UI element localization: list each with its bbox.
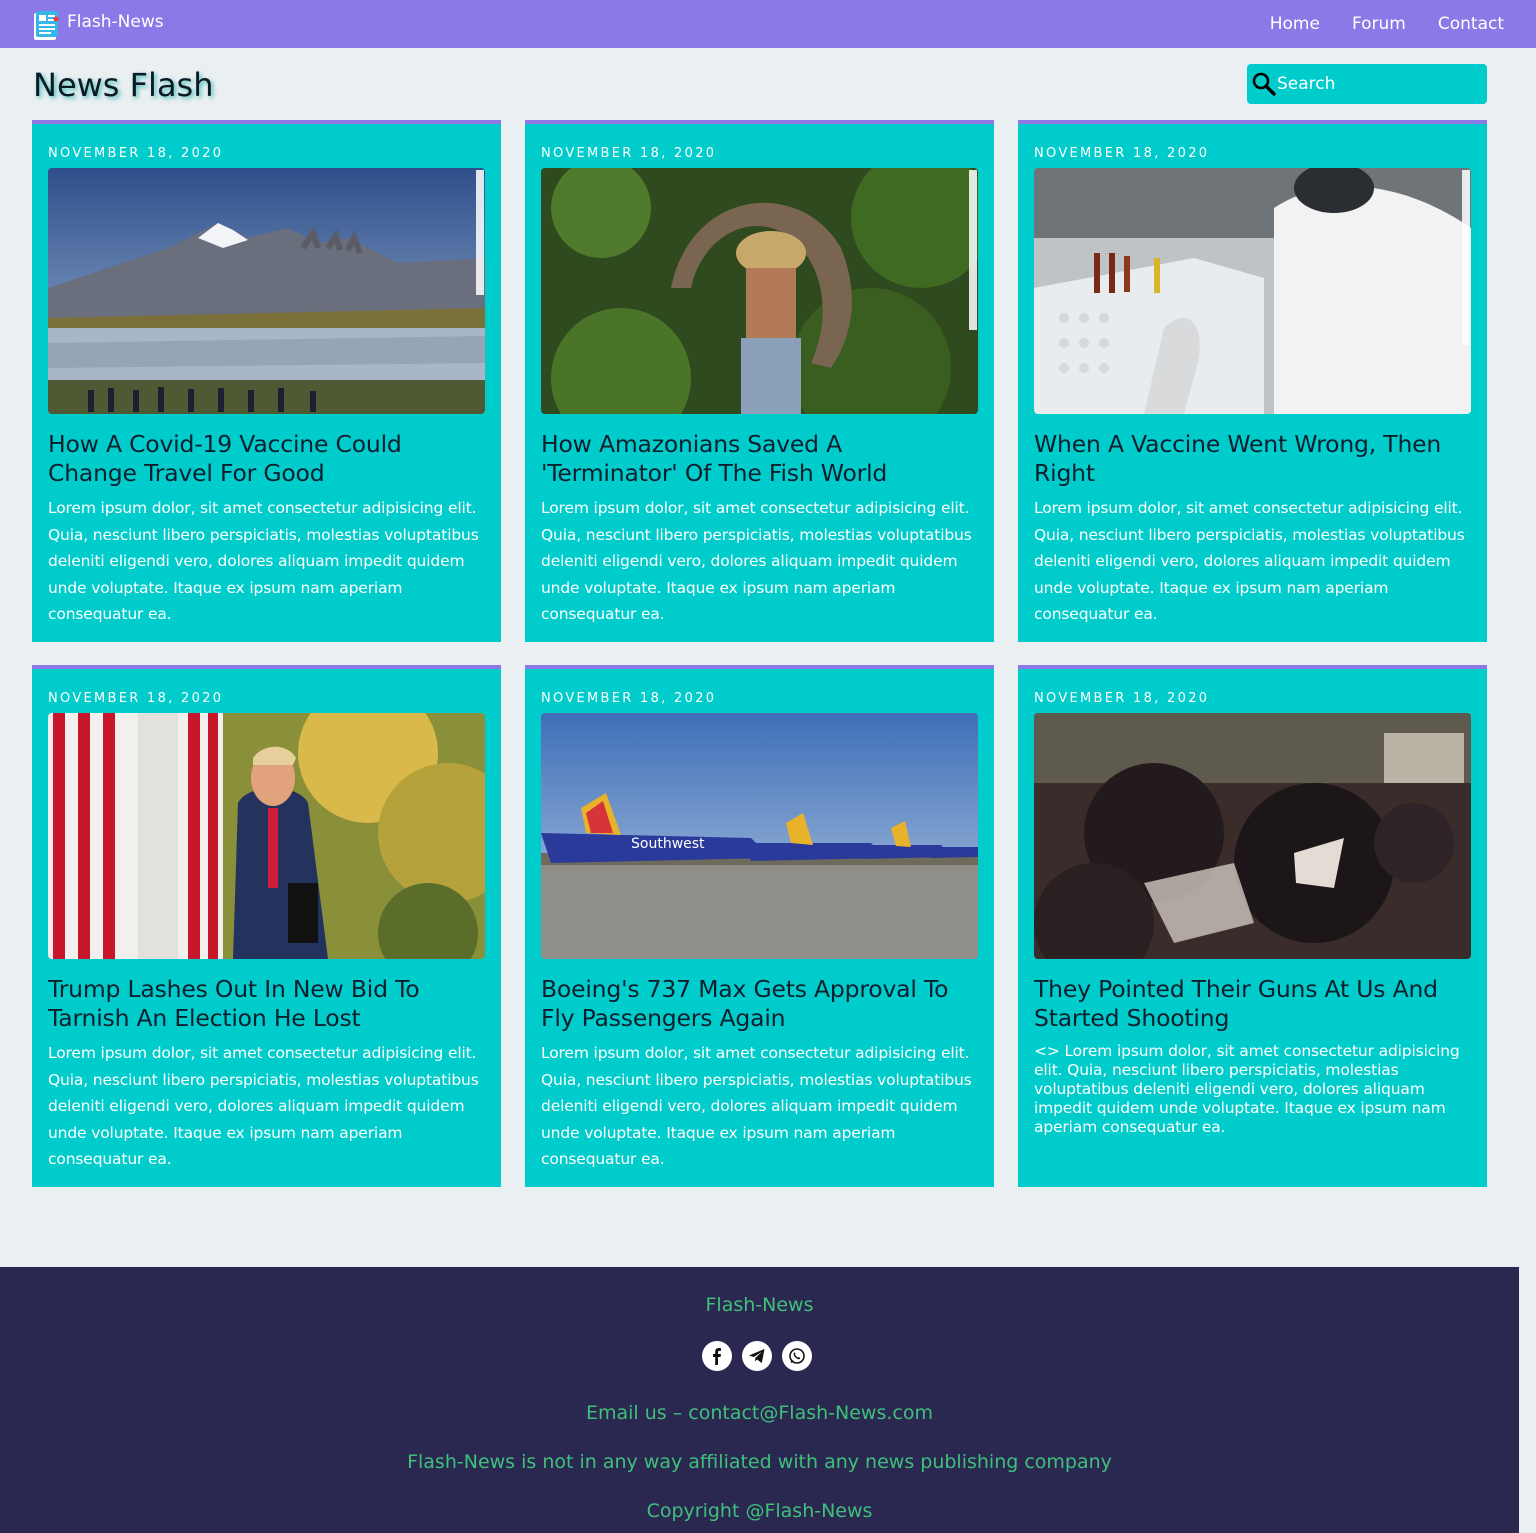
article-excerpt: Lorem ipsum dolor, sit amet consectetur … (541, 1044, 972, 1168)
search-icon (1251, 71, 1277, 97)
article-card[interactable]: NOVEMBER 18, 2020 How Amazonians Saved A… (525, 120, 994, 642)
article-title[interactable]: How A Covid-19 Vaccine Could Change Trav… (48, 430, 488, 488)
article-excerpt: Lorem ipsum dolor, sit amet consectetur … (48, 499, 479, 623)
article-date: NOVEMBER 18, 2020 (541, 146, 717, 161)
article-title[interactable]: They Pointed Their Guns At Us And Starte… (1034, 975, 1474, 1033)
article-date: NOVEMBER 18, 2020 (48, 691, 224, 706)
article-title[interactable]: When A Vaccine Went Wrong, Then Right (1034, 430, 1474, 488)
brand[interactable]: Flash-News (33, 11, 164, 41)
article-card[interactable]: NOVEMBER 18, 2020 How A Covid-19 Vaccine… (32, 120, 501, 642)
footer-copyright: Copyright @Flash-News (646, 1500, 873, 1522)
article-card[interactable]: NOVEMBER 18, 2020 Southwest Boeing's 737… (525, 665, 994, 1187)
search-box[interactable] (1247, 64, 1487, 104)
article-image-man-carrying-fish[interactable] (541, 168, 978, 414)
social-links (702, 1341, 822, 1371)
article-excerpt: Lorem ipsum dolor, sit amet consectetur … (541, 499, 972, 623)
newspaper-logo-icon (33, 11, 61, 41)
whatsapp-icon[interactable] (782, 1341, 812, 1371)
article-image-man-in-suit[interactable] (48, 713, 485, 959)
article-excerpt: Lorem ipsum dolor, sit amet consectetur … (48, 1044, 479, 1168)
search-input[interactable] (1277, 72, 1477, 96)
facebook-icon[interactable] (702, 1341, 732, 1371)
article-excerpt: <> Lorem ipsum dolor, sit amet consectet… (1034, 1042, 1460, 1136)
page-title: News Flash (33, 66, 214, 104)
article-title[interactable]: Trump Lashes Out In New Bid To Tarnish A… (48, 975, 488, 1033)
svg-text:Southwest: Southwest (631, 836, 705, 852)
article-image-dark-crowd[interactable] (1034, 713, 1471, 959)
nav-link-forum[interactable]: Forum (1352, 13, 1406, 35)
article-image-lab-vials[interactable] (1034, 168, 1471, 414)
footer: Flash-News Email us – contact@Flash-News… (0, 1267, 1519, 1533)
article-card[interactable]: NOVEMBER 18, 2020 They Pointed Their Gun… (1018, 665, 1487, 1187)
article-image-mountain-lake[interactable] (48, 168, 485, 414)
article-date: NOVEMBER 18, 2020 (48, 146, 224, 161)
article-date: NOVEMBER 18, 2020 (1034, 691, 1210, 706)
navbar: Flash-News Home Forum Contact (0, 0, 1536, 48)
nav-link-contact[interactable]: Contact (1438, 13, 1504, 35)
article-title[interactable]: Boeing's 737 Max Gets Approval To Fly Pa… (541, 975, 981, 1033)
footer-brand: Flash-News (705, 1294, 814, 1316)
footer-email-link[interactable]: Email us – contact@Flash-News.com (0, 1401, 1519, 1425)
article-date: NOVEMBER 18, 2020 (541, 691, 717, 706)
brand-name: Flash-News (67, 12, 164, 32)
article-date: NOVEMBER 18, 2020 (1034, 146, 1210, 161)
article-excerpt: Lorem ipsum dolor, sit amet consectetur … (1034, 499, 1465, 623)
footer-disclaimer: Flash-News is not in any way affiliated … (407, 1451, 1112, 1473)
article-card[interactable]: NOVEMBER 18, 2020 Trump Lashes Out In Ne… (32, 665, 501, 1187)
nav-links: Home Forum Contact (1238, 13, 1504, 35)
telegram-icon[interactable] (742, 1341, 772, 1371)
article-card[interactable]: NOVEMBER 18, 2020 When A Vaccine Went Wr… (1018, 120, 1487, 642)
article-title[interactable]: How Amazonians Saved A 'Terminator' Of T… (541, 430, 981, 488)
nav-link-home[interactable]: Home (1270, 13, 1320, 35)
article-image-parked-airplanes[interactable]: Southwest (541, 713, 978, 959)
